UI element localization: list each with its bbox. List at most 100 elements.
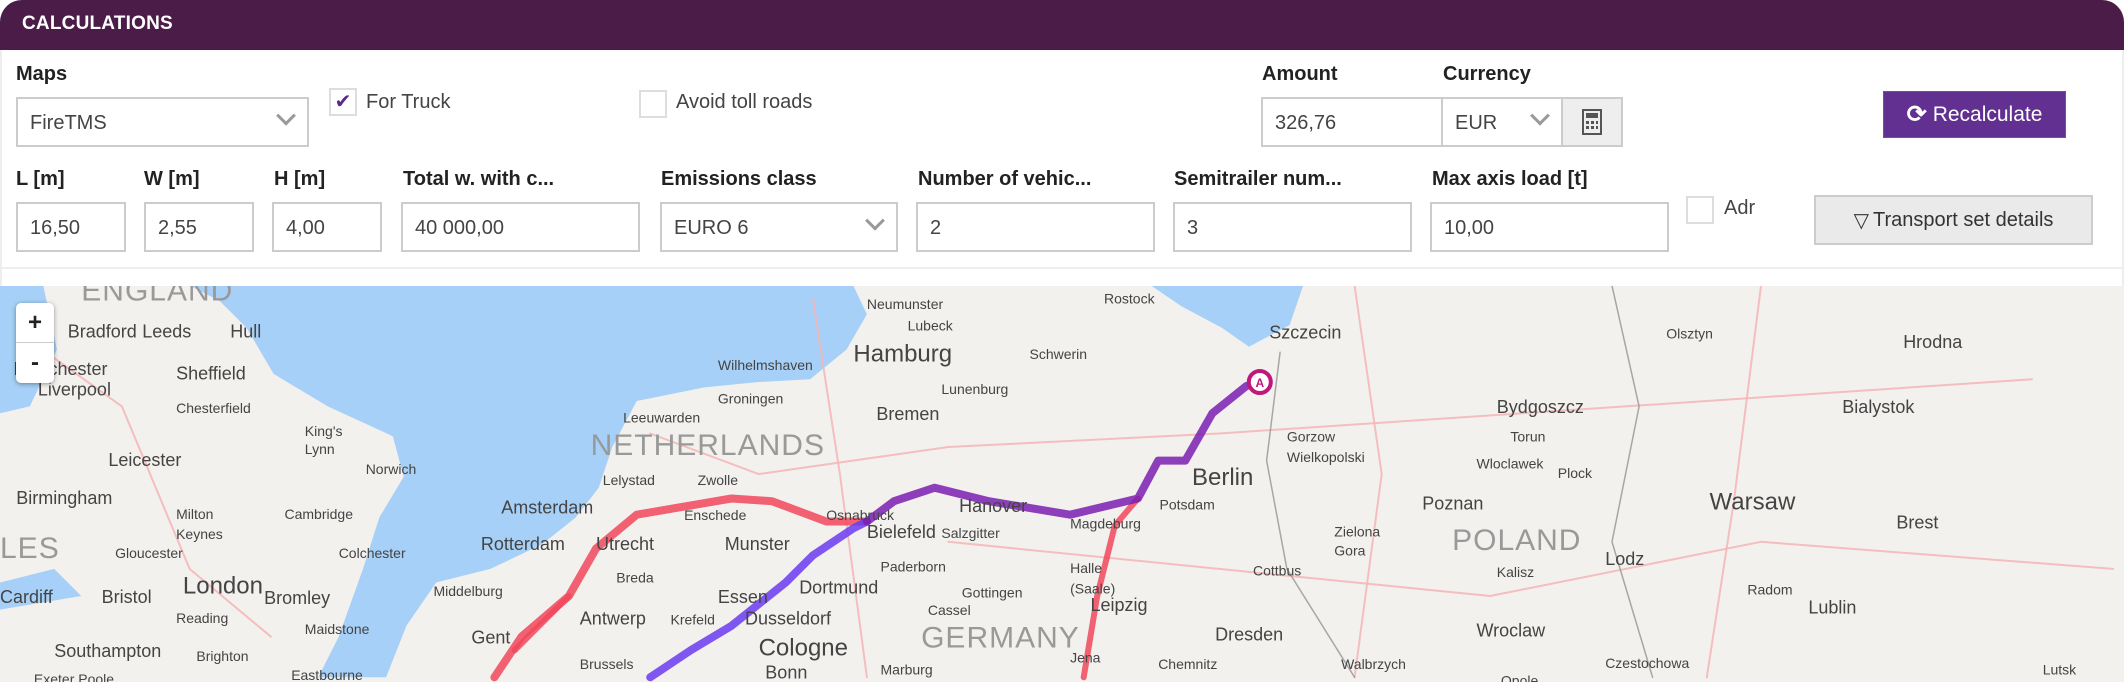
calculations-header: CALCULATIONS — [0, 0, 2124, 50]
map-label: Radom — [1747, 582, 1792, 598]
chevron-down-icon — [865, 210, 885, 231]
map-label: Eastbourne — [291, 667, 363, 682]
transport-set-details-label: Transport set details — [1872, 208, 2054, 231]
chevron-down-icon — [276, 105, 296, 126]
total-weight-input[interactable]: 40 000,00 — [401, 202, 640, 252]
map-label: Reading — [176, 610, 228, 626]
map-canvas[interactable]: AENGLANDBradford Leeds HullManchester Sheff… — [0, 286, 2124, 682]
map-label: Lodz — [1605, 549, 1644, 569]
map-label: Salzgitter — [941, 525, 1000, 541]
zoom-in-button[interactable]: + — [16, 303, 54, 343]
divider — [0, 267, 2124, 269]
map-label: Antwerp — [580, 609, 646, 629]
map-label: Lubeck — [908, 318, 954, 334]
map-label: LES — [0, 532, 60, 565]
map-label: Poznan — [1422, 493, 1483, 513]
map-label: Groningen — [718, 391, 783, 407]
emissions-select[interactable]: EURO 6 — [660, 202, 898, 252]
map-label: Bonn — [765, 663, 807, 682]
map-label: Bialystok — [1842, 397, 1915, 417]
width-input[interactable]: 2,55 — [144, 202, 254, 252]
map-label: Halle — [1070, 560, 1102, 576]
length-label: L [m] — [16, 168, 65, 190]
map-label: Magdeburg — [1070, 515, 1141, 531]
amount-input[interactable]: 326,76 — [1261, 97, 1443, 147]
map-label: GERMANY — [921, 622, 1080, 655]
zoom-out-button[interactable]: - — [16, 343, 54, 383]
map-label: Brussels — [580, 656, 634, 672]
map-label: Olsztyn — [1666, 326, 1713, 342]
semitrailer-input[interactable]: 3 — [1173, 202, 1412, 252]
currency-select[interactable]: EUR — [1441, 97, 1563, 147]
vehicles-label: Number of vehic... — [918, 168, 1092, 190]
map-label: Gloucester — [115, 545, 183, 561]
map-label: Cassel — [928, 602, 971, 618]
emissions-label: Emissions class — [661, 168, 817, 190]
check-icon: ✔ — [334, 91, 352, 113]
maps-select[interactable]: FireTMS — [16, 97, 309, 147]
map-label: Lunenburg — [941, 381, 1008, 397]
length-input[interactable]: 16,50 — [16, 202, 126, 252]
map-label: Bydgoszcz — [1497, 397, 1584, 417]
map-label: Zielona — [1334, 523, 1380, 539]
route-map[interactable]: A ENGLAND Bradford Leeds Hull Manchester Sheff… — [0, 286, 2124, 682]
map-label: Wilhelmshaven — [718, 357, 813, 373]
height-label: H [m] — [274, 168, 326, 190]
map-label: Chesterfield — [176, 400, 251, 416]
currency-value: EUR — [1455, 112, 1498, 134]
map-label: Amsterdam — [501, 497, 593, 517]
map-label: Exeter Poole — [34, 671, 114, 682]
map-label: King's — [305, 423, 343, 439]
map-label: Warsaw — [1710, 488, 1796, 515]
map-label: Milton — [176, 506, 213, 522]
map-label: Kalisz — [1497, 564, 1534, 580]
height-input[interactable]: 4,00 — [272, 202, 382, 252]
map-label: Hrodna — [1903, 332, 1963, 352]
map-label: Leeuwarden — [623, 410, 700, 426]
map-label: Osnabruck — [826, 507, 895, 523]
recalculate-button[interactable]: ⟳ Recalculate — [1883, 91, 2066, 138]
map-label: Southampton — [54, 641, 161, 661]
map-label: Gora — [1334, 542, 1365, 558]
map-label: Torun — [1510, 429, 1545, 445]
refresh-icon: ⟳ — [1906, 101, 1927, 128]
map-label: Leeds — [142, 321, 191, 341]
map-label: Opole — [1501, 672, 1539, 682]
emissions-value: EURO 6 — [674, 217, 749, 239]
for-truck-label: For Truck — [366, 91, 451, 113]
map-label: Plock — [1558, 465, 1593, 481]
map-label: Zwolle — [698, 472, 739, 488]
road — [1353, 286, 1383, 679]
map-label: Bristol — [102, 587, 152, 607]
map-label: NETHERLANDS — [591, 429, 825, 462]
max-axis-input[interactable]: 10,00 — [1430, 202, 1669, 252]
map-label: Hull — [230, 321, 261, 341]
for-truck-checkbox[interactable]: ✔ — [329, 88, 357, 116]
adr-checkbox[interactable] — [1686, 196, 1714, 224]
start-marker-label: A — [1255, 376, 1264, 390]
map-label: Bromley — [264, 588, 330, 608]
avoid-toll-checkbox[interactable] — [639, 90, 667, 118]
map-label: Cottbus — [1253, 563, 1301, 579]
map-label: Schwerin — [1030, 346, 1088, 362]
map-label: Berlin — [1192, 464, 1253, 491]
transport-set-details-button[interactable]: ▽ Transport set details — [1814, 195, 2093, 245]
map-label: Krefeld — [671, 612, 715, 628]
map-label: Gottingen — [962, 584, 1023, 600]
chevron-down-icon — [1530, 105, 1550, 126]
total-weight-label: Total w. with c... — [403, 168, 555, 190]
map-label: Czestochowa — [1605, 655, 1689, 671]
map-label: POLAND — [1452, 524, 1581, 557]
map-label: Brest — [1896, 512, 1938, 532]
map-label: (Saale) — [1070, 580, 1115, 596]
map-label: Leipzig — [1091, 595, 1148, 615]
map-label: Walbrzych — [1341, 656, 1406, 672]
map-label: Dortmund — [799, 577, 878, 597]
map-label: Bielefeld — [867, 522, 936, 542]
calculator-button[interactable] — [1561, 97, 1623, 147]
map-label: Lublin — [1808, 598, 1856, 618]
map-label: Chemnitz — [1158, 656, 1217, 672]
map-label: Wloclawek — [1477, 456, 1545, 472]
header-title: CALCULATIONS — [22, 13, 173, 34]
vehicles-input[interactable]: 2 — [916, 202, 1155, 252]
